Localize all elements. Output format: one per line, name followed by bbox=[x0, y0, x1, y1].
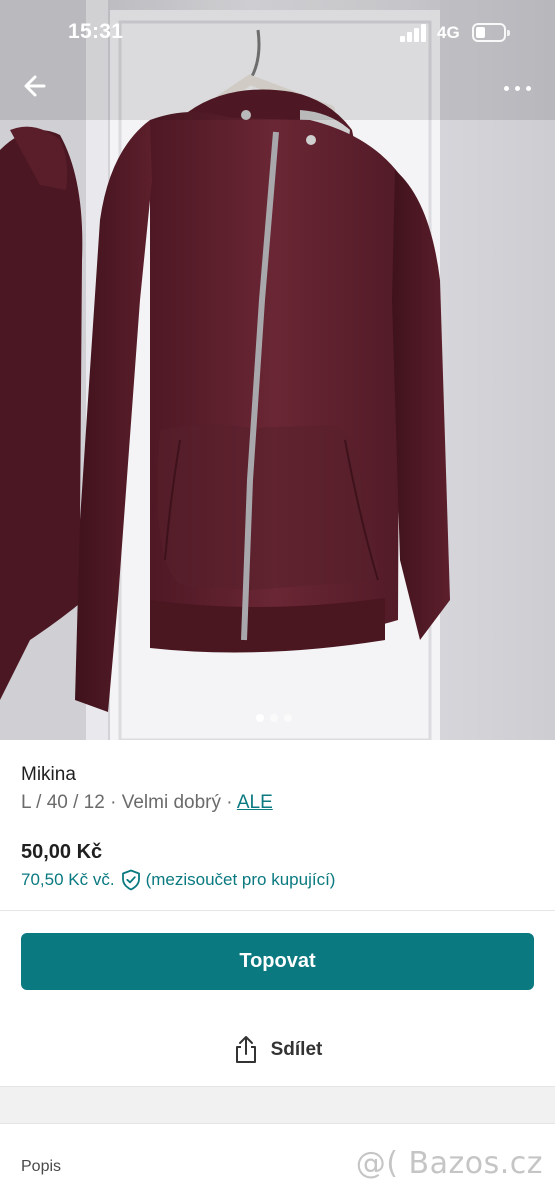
hoodie-photo bbox=[0, 0, 555, 740]
meta-separator: · bbox=[104, 792, 122, 813]
status-bar: 15:31 4G bbox=[0, 0, 555, 64]
item-title: Mikina bbox=[21, 764, 76, 785]
item-price: 50,00 Kč bbox=[21, 841, 103, 863]
network-type: 4G bbox=[437, 23, 460, 42]
item-attributes: L / 40 / 12 · Velmi dobrý · ALE bbox=[21, 792, 273, 814]
buyer-price-note: (mezisoučet pro kupující) bbox=[145, 870, 336, 889]
gallery-pager[interactable] bbox=[256, 709, 298, 722]
meta-separator: · bbox=[220, 792, 237, 813]
shield-check-icon bbox=[121, 869, 140, 891]
share-button[interactable]: Sdílet bbox=[0, 1026, 555, 1074]
share-icon bbox=[235, 1036, 256, 1063]
more-options-button[interactable] bbox=[496, 72, 540, 104]
pager-dot[interactable] bbox=[256, 714, 264, 722]
watermark: @( Bazos.cz bbox=[355, 1146, 543, 1181]
status-clock: 15:31 bbox=[68, 20, 124, 43]
battery-icon bbox=[472, 23, 510, 42]
buyer-price: 70,50 Kč vč. bbox=[21, 870, 115, 889]
section-spacer bbox=[0, 1086, 555, 1124]
description-section-label: Popis bbox=[21, 1158, 62, 1175]
product-photo-gallery[interactable]: 15:31 4G bbox=[0, 0, 555, 740]
buyer-price-info[interactable]: 70,50 Kč vč. (mezisoučet pro kupující) bbox=[21, 869, 335, 891]
promote-button[interactable]: Topovat bbox=[21, 933, 534, 990]
back-button[interactable] bbox=[18, 68, 54, 104]
share-label: Sdílet bbox=[270, 1039, 323, 1060]
pager-dot[interactable] bbox=[284, 714, 292, 722]
arrow-left-icon bbox=[24, 75, 46, 97]
item-condition: Velmi dobrý bbox=[121, 792, 221, 813]
divider bbox=[0, 910, 555, 911]
item-brand-link[interactable]: ALE bbox=[237, 792, 273, 813]
signal-strength-icon bbox=[400, 24, 428, 42]
item-size: L / 40 / 12 bbox=[21, 792, 105, 813]
pager-dot[interactable] bbox=[270, 714, 278, 722]
